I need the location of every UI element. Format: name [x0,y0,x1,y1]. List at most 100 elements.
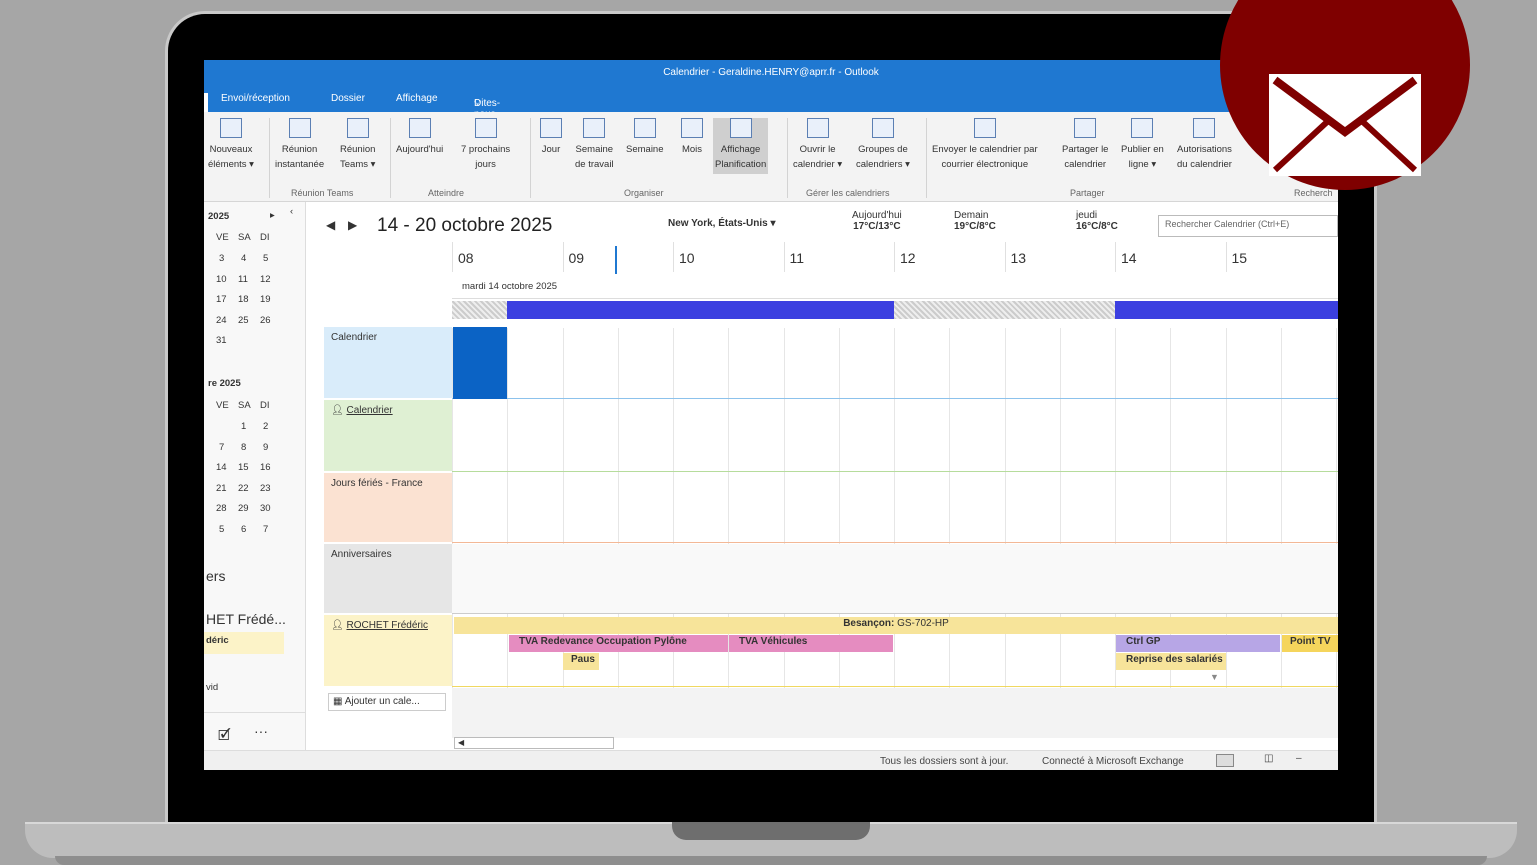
schedule-view-button[interactable]: Affichage Planification [713,118,769,174]
mini-cal-day[interactable]: 16 [260,462,271,473]
label: jours [475,159,496,170]
mini-cal-day[interactable]: 5 [219,524,224,535]
tab-affichage[interactable]: Affichage [396,93,438,104]
next-7-days-button[interactable]: 7 prochains jours [461,118,510,172]
folder-rochet[interactable]: HET Frédé... [206,611,286,627]
mini-cal-day[interactable]: 26 [260,315,271,326]
row-anniversaires[interactable]: Anniversaires [324,544,452,614]
mini-cal-day[interactable]: 29 [238,503,249,514]
instant-meeting-button[interactable]: Réunion instantanée [275,118,324,172]
mini-cal-day[interactable]: 24 [216,315,227,326]
row-grid-calendrier-shared[interactable] [452,400,1338,472]
group-label: Atteindre [428,188,465,198]
collapse-pane-icon[interactable]: ‹ [290,206,293,217]
day-icon [540,118,562,138]
mini-cal-day[interactable]: 7 [219,442,224,453]
mini-cal-day[interactable]: 25 [238,315,249,326]
tab-dossier[interactable]: Dossier [331,93,365,104]
mini-cal-day[interactable]: 30 [260,503,271,514]
share-calendar-button[interactable]: Partager le calendrier [1062,118,1108,172]
event-ctrl-gp[interactable]: Ctrl GP [1116,635,1280,652]
calendar-groups-button[interactable]: Groupes de calendriers ▾ [856,118,910,172]
label: calendriers ▾ [856,159,910,170]
row-calendrier-shared[interactable]: 👤︎ Calendrier [324,400,452,472]
mini-cal-day[interactable]: 9 [263,442,268,453]
row-grid-calendrier[interactable] [452,327,1338,399]
next-arrow-icon[interactable]: ▶ [348,218,357,232]
reading-view-icon[interactable]: ◫ [1264,753,1273,764]
calendar-name[interactable]: ROCHET Frédéric [346,620,428,631]
add-calendar-button[interactable]: ▦ Ajouter un cale... [328,693,446,711]
calendar-name[interactable]: Calendrier [346,405,392,416]
folder-rochet-checked[interactable]: déric [204,632,284,654]
mini-cal-day[interactable]: 3 [219,253,224,264]
selected-slot[interactable] [453,327,507,399]
mini-cal-day[interactable]: 2 [263,421,268,432]
day-view-button[interactable]: Jour [540,118,562,157]
label: Partager le [1062,144,1109,155]
mini-cal-day[interactable]: 14 [216,462,227,473]
mini-cal-day[interactable]: 6 [241,524,246,535]
laptop-notch [672,822,870,840]
email-calendar-button[interactable]: Envoyer le calendrier par courrier électr… [932,118,1038,172]
row-grid-anniversaires[interactable] [452,544,1338,614]
search-input[interactable]: Rechercher Calendrier (Ctrl+E) [1158,215,1338,237]
mini-cal-day[interactable]: 31 [216,335,227,346]
event-allday-besancon[interactable]: Besançon: GS-702-HP [454,617,1338,634]
mini-cal-day[interactable]: 23 [260,483,271,494]
mini-cal-day[interactable]: 7 [263,524,268,535]
month-view-button[interactable]: Mois [681,118,703,157]
row-rochet[interactable]: 👤︎ ROCHET Frédéric [324,615,452,687]
mini-cal-day[interactable]: 4 [241,253,246,264]
more-icon[interactable]: ··· [254,723,268,739]
label: Semaine [626,144,664,155]
mini-cal-day[interactable]: 5 [263,253,268,264]
mini-cal-day[interactable]: 28 [216,503,227,514]
publish-online-button[interactable]: Publier en ligne ▾ [1121,118,1164,172]
teams-meeting-button[interactable]: Réunion Teams ▾ [340,118,375,172]
mini-cal-day[interactable]: 18 [238,294,249,305]
event-point-tv[interactable]: Point TV [1282,635,1338,652]
event-pause[interactable]: Paus [563,653,599,670]
event-location: Besançon: [843,618,895,629]
row-grid-jours-feries[interactable] [452,473,1338,543]
event-title: GS-702-HP [894,618,949,629]
expand-more-icon[interactable]: ▼ [1210,672,1219,682]
mini-cal-day[interactable]: 15 [238,462,249,473]
new-items-button[interactable]: Nouveaux éléments ▾ [208,118,254,172]
normal-view-icon[interactable] [1216,754,1234,767]
mini-cal-weekday: DI [260,232,270,243]
tab-accueil-edge[interactable] [204,93,208,112]
row-jours-feries[interactable]: Jours fériés - France [324,473,452,543]
next-month-arrow-icon[interactable]: ▸ [270,210,275,221]
row-calendrier[interactable]: Calendrier [324,327,452,399]
tasks-icon[interactable]: 🗹︎ [218,725,231,749]
tab-envoi-reception[interactable]: Envoi/réception [221,93,290,104]
work-week-button[interactable]: Semaine de travail [575,118,614,172]
mini-cal-day[interactable]: 21 [216,483,227,494]
folder-vid[interactable]: vid [206,682,218,693]
week-view-button[interactable]: Semaine [626,118,664,157]
hour-tick [562,242,564,272]
mini-cal-day[interactable]: 1 [241,421,246,432]
prev-arrow-icon[interactable]: ◀ [326,218,335,232]
label: Envoyer le calendrier par [932,144,1038,155]
mini-cal-day[interactable]: 10 [216,274,227,285]
group-label: Recherch [1294,188,1333,198]
mini-cal-day[interactable]: 11 [238,274,248,285]
event-tva-vehicules[interactable]: TVA Véhicules [729,635,893,652]
weather-today: Aujourd'hui 17°C/13°C [852,210,902,232]
open-calendar-button[interactable]: Ouvrir le calendrier ▾ [793,118,842,172]
mini-cal-day[interactable]: 12 [260,274,271,285]
mini-cal-day[interactable]: 22 [238,483,249,494]
today-button[interactable]: Aujourd'hui [396,118,443,157]
mini-cal-day[interactable]: 8 [241,442,246,453]
mini-cal-day[interactable]: 19 [260,294,271,305]
zoom-out-icon[interactable]: – [1296,753,1302,764]
calendar-permissions-button[interactable]: Autorisations du calendrier [1177,118,1232,172]
event-tva-pylone[interactable]: TVA Redevance Occupation Pylône [509,635,728,652]
mini-cal-day[interactable]: 17 [216,294,227,305]
event-reprise-salaries[interactable]: Reprise des salariés [1116,653,1226,670]
horizontal-scrollbar[interactable]: ◀ [454,737,614,749]
location-selector[interactable]: New York, États-Unis ▾ [668,218,775,229]
